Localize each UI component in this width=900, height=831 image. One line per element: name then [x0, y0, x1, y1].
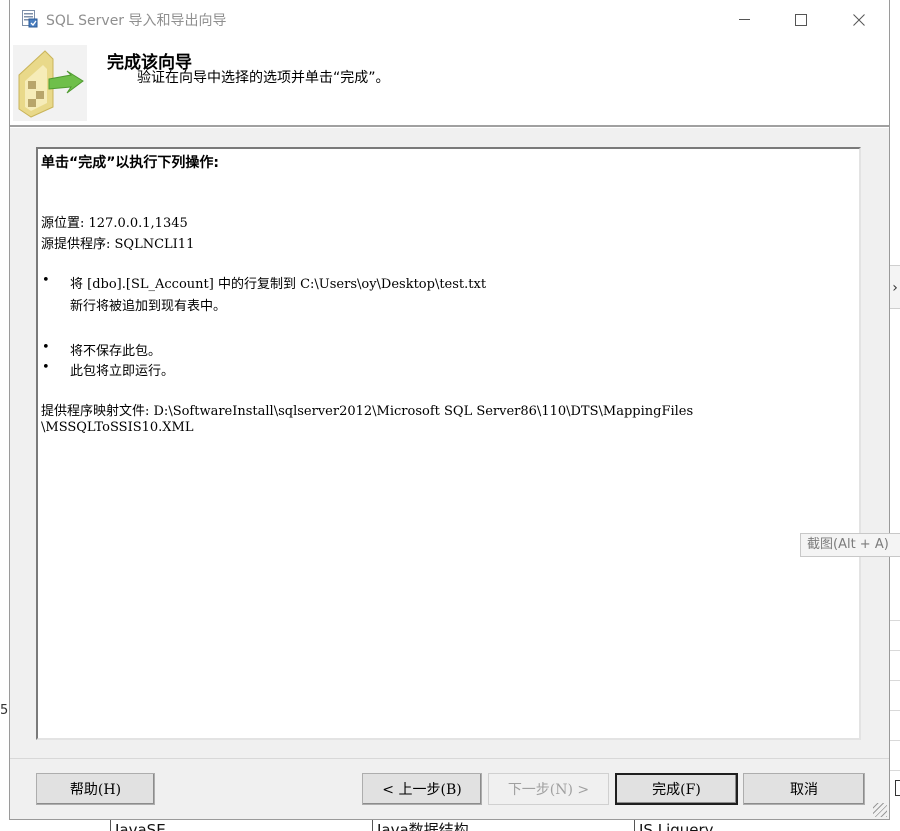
cancel-button[interactable]: 取消 [743, 773, 865, 805]
append-rows-note: 新行将被追加到现有表中。 [70, 299, 227, 314]
help-button[interactable]: 帮助(H) [36, 773, 155, 805]
import-export-wizard-window: SQL Server 导入和导出向导 完成该向导 验证在向导中选择的选项并单击“… [9, 0, 890, 820]
close-icon [853, 13, 865, 26]
mapping-file-path: \MSSQLToSSIS10.XML [41, 420, 194, 435]
source-location: 源位置: 127.0.0.1,1345 [41, 216, 188, 231]
footer-divider [10, 758, 889, 759]
background-cell: JS Liquery [634, 819, 889, 831]
maximize-button[interactable] [778, 0, 824, 39]
bullet-no-save: • [42, 340, 50, 355]
mapping-file-line: 提供程序映射文件: D:\SoftwareInstall\sqlserver20… [41, 404, 694, 419]
minimize-button[interactable] [721, 0, 767, 39]
header-divider [10, 125, 889, 128]
resize-grip-icon[interactable] [873, 803, 887, 817]
wizard-header: 完成该向导 验证在向导中选择的选项并单击“完成”。 [10, 39, 889, 125]
finish-button[interactable]: 完成(F) [615, 773, 738, 805]
close-button[interactable] [836, 0, 882, 39]
sql-server-app-icon [22, 10, 38, 28]
no-save-package: 将不保存此包。 [70, 344, 162, 359]
copy-rows-line: 将 [dbo].[SL_Account] 中的行复制到 C:\Users\oy\… [70, 277, 487, 292]
run-immediately: 此包将立即运行。 [70, 364, 175, 379]
summary-textbox[interactable]: 单击“完成”以执行下列操作: 源位置: 127.0.0.1,1345 源提供程序… [36, 147, 861, 740]
title-bar[interactable]: SQL Server 导入和导出向导 [10, 0, 889, 39]
background-checkbox [895, 780, 900, 796]
window-title: SQL Server 导入和导出向导 [46, 13, 227, 29]
background-cell: Java数据结构 [372, 819, 637, 831]
summary-heading: 单击“完成”以执行下列操作: [41, 155, 220, 171]
maximize-icon [795, 13, 807, 26]
screenshot-tooltip: 截图(Alt + A) [800, 533, 900, 557]
background-cell: JavaSE [110, 819, 375, 831]
bullet-copy: • [42, 273, 50, 288]
source-provider: 源提供程序: SQLNCLI11 [41, 237, 195, 252]
summary-content: 单击“完成”以执行下列操作: 源位置: 127.0.0.1,1345 源提供程序… [40, 149, 859, 738]
header-subtitle: 验证在向导中选择的选项并单击“完成”。 [137, 70, 390, 86]
bullet-run-now: • [42, 360, 50, 375]
background-table-rows [890, 620, 900, 800]
next-button[interactable]: 下一步(N) > [488, 773, 609, 805]
wizard-banner-icon [13, 45, 87, 121]
back-button[interactable]: < 上一步(B) [362, 773, 482, 805]
minimize-icon [738, 19, 750, 20]
